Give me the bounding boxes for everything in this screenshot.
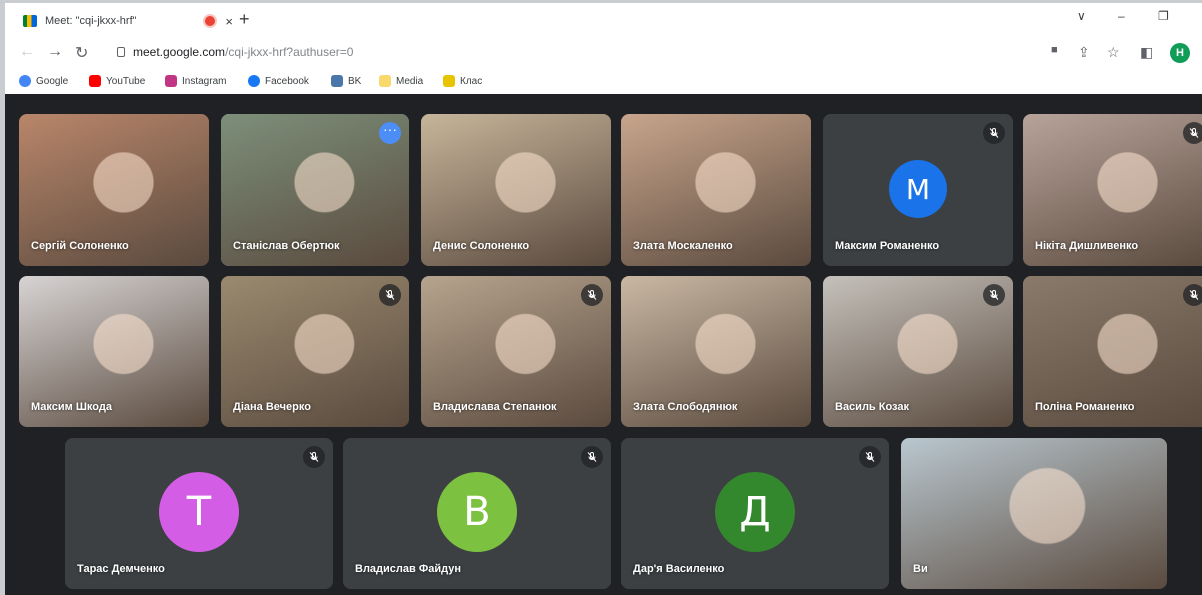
bookmark-youtube[interactable]: YouTube	[89, 72, 145, 90]
bookmark-klas[interactable]: Клас	[443, 72, 482, 90]
participant-name: Максим Шкода	[31, 401, 112, 413]
bookmark-instagram[interactable]: Instagram	[165, 72, 226, 90]
mic-off-icon	[859, 446, 881, 468]
participant-name: Злата Слободянюк	[633, 401, 738, 413]
bookmark-label: Google	[36, 75, 69, 87]
minimize-button[interactable]: –	[1118, 9, 1125, 23]
participant-tile[interactable]: Поліна Романенко	[1023, 276, 1202, 427]
camera-in-use-icon[interactable]: ■	[1051, 44, 1058, 56]
bookmark-vk[interactable]: BK	[331, 72, 361, 90]
side-panel-icon[interactable]: ◧	[1140, 44, 1153, 61]
more-options-icon[interactable]: ···	[379, 122, 401, 144]
forward-arrow-icon[interactable]: →	[47, 43, 63, 61]
bookmark-facebook[interactable]: Facebook	[248, 72, 309, 90]
participant-name: Поліна Романенко	[1035, 401, 1135, 413]
mic-off-icon	[1183, 284, 1202, 306]
participant-avatar: Т	[159, 472, 239, 552]
meet-favicon-icon	[23, 15, 37, 27]
participant-video	[901, 438, 1167, 589]
browser-window: Meet: "cqi-jkxx-hrf" × + ∨ – ❐ ← → ↻ mee…	[5, 3, 1202, 595]
participant-name: Нікіта Дишливенко	[1035, 240, 1139, 252]
klas-icon	[443, 75, 455, 87]
participant-tile[interactable]: Злата Слободянюк	[621, 276, 811, 427]
url-field[interactable]: meet.google.com/cqi-jkxx-hrf?authuser=0	[133, 45, 353, 59]
participant-tile[interactable]: Т Тарас Демченко	[65, 438, 333, 589]
meet-grid: Сергій Солоненко Станіслав Обертюк ··· Дени…	[5, 94, 1202, 595]
participant-avatar: Д	[715, 472, 795, 552]
new-tab-button[interactable]: +	[239, 9, 250, 30]
vk-icon	[331, 75, 343, 87]
mic-off-icon	[581, 446, 603, 468]
back-arrow-icon[interactable]: ←	[19, 43, 35, 61]
participant-name: Владислав Файдун	[355, 563, 461, 575]
participant-tile[interactable]: Сергій Солоненко	[19, 114, 209, 266]
participant-avatar: В	[437, 472, 517, 552]
url-host: meet.google.com	[133, 45, 226, 59]
participant-name: Сергій Солоненко	[31, 240, 129, 252]
participant-name: Злата Москаленко	[633, 240, 733, 252]
participant-name: Тарас Демченко	[77, 563, 165, 575]
bookmark-folder-media[interactable]: Media	[379, 72, 423, 90]
bookmark-label: Facebook	[265, 75, 309, 87]
mic-off-icon	[303, 446, 325, 468]
tab-strip: Meet: "cqi-jkxx-hrf" × + ∨ – ❐	[5, 3, 1202, 36]
youtube-icon	[89, 75, 101, 87]
recording-indicator-icon	[205, 16, 216, 26]
bookmark-label: BK	[348, 75, 362, 87]
participant-name: Дар'я Василенко	[633, 563, 725, 575]
mic-off-icon	[379, 284, 401, 306]
bookmark-google[interactable]: Google	[19, 72, 68, 90]
participant-avatar: М	[889, 160, 947, 218]
participant-name: Ви	[913, 563, 928, 575]
address-toolbar: ← → ↻ meet.google.com/cqi-jkxx-hrf?authu…	[5, 36, 1202, 70]
participant-tile[interactable]: Василь Козак	[823, 276, 1013, 427]
bookmark-label: YouTube	[106, 75, 146, 87]
bookmark-label: Клас	[460, 75, 483, 87]
participant-name: Максим Романенко	[835, 240, 940, 252]
tab-title: Meet: "cqi-jkxx-hrf"	[45, 15, 137, 27]
google-icon	[19, 75, 31, 87]
bookmark-label: Instagram	[182, 75, 227, 87]
participant-tile[interactable]: Діана Вечерко	[221, 276, 409, 427]
mic-off-icon	[983, 122, 1005, 144]
participant-tile[interactable]: Станіслав Обертюк ···	[221, 114, 409, 266]
profile-avatar[interactable]: H	[1170, 43, 1190, 63]
participant-name: Денис Солоненко	[433, 240, 530, 252]
participant-name: Станіслав Обертюк	[233, 240, 340, 252]
mic-off-icon	[983, 284, 1005, 306]
participant-tile[interactable]: Д Дар'я Василенко	[621, 438, 889, 589]
participant-tile[interactable]: Ви	[901, 438, 1167, 589]
participant-tile[interactable]: Злата Москаленко	[621, 114, 811, 266]
facebook-icon	[248, 75, 260, 87]
share-icon[interactable]: ⇪	[1078, 44, 1090, 61]
browser-tab-meet[interactable]: Meet: "cqi-jkxx-hrf" ×	[11, 6, 233, 36]
bookmark-star-icon[interactable]: ☆	[1107, 44, 1120, 61]
url-path: /cqi-jkxx-hrf?authuser=0	[225, 45, 354, 59]
participant-tile[interactable]: Нікіта Дишливенко	[1023, 114, 1202, 266]
tab-close-icon[interactable]: ×	[225, 14, 233, 29]
folder-icon	[379, 75, 391, 87]
participant-tile[interactable]: Владислава Степанюк	[421, 276, 611, 427]
mic-off-icon	[581, 284, 603, 306]
participant-name: Василь Козак	[835, 401, 909, 413]
participant-tile[interactable]: Максим Шкода	[19, 276, 209, 427]
instagram-icon	[165, 75, 177, 87]
participant-name: Владислава Степанюк	[433, 401, 557, 413]
lock-icon[interactable]	[117, 47, 125, 57]
participant-tile[interactable]: В Владислав Файдун	[343, 438, 611, 589]
bookmark-label: Media	[396, 75, 424, 87]
tab-search-button[interactable]: ∨	[1077, 9, 1086, 23]
mic-off-icon	[1183, 122, 1202, 144]
restore-button[interactable]: ❐	[1158, 9, 1169, 23]
reload-icon[interactable]: ↻	[75, 43, 88, 63]
participant-tile[interactable]: М Максим Романенко	[823, 114, 1013, 266]
participant-tile[interactable]: Денис Солоненко	[421, 114, 611, 266]
participant-name: Діана Вечерко	[233, 401, 311, 413]
